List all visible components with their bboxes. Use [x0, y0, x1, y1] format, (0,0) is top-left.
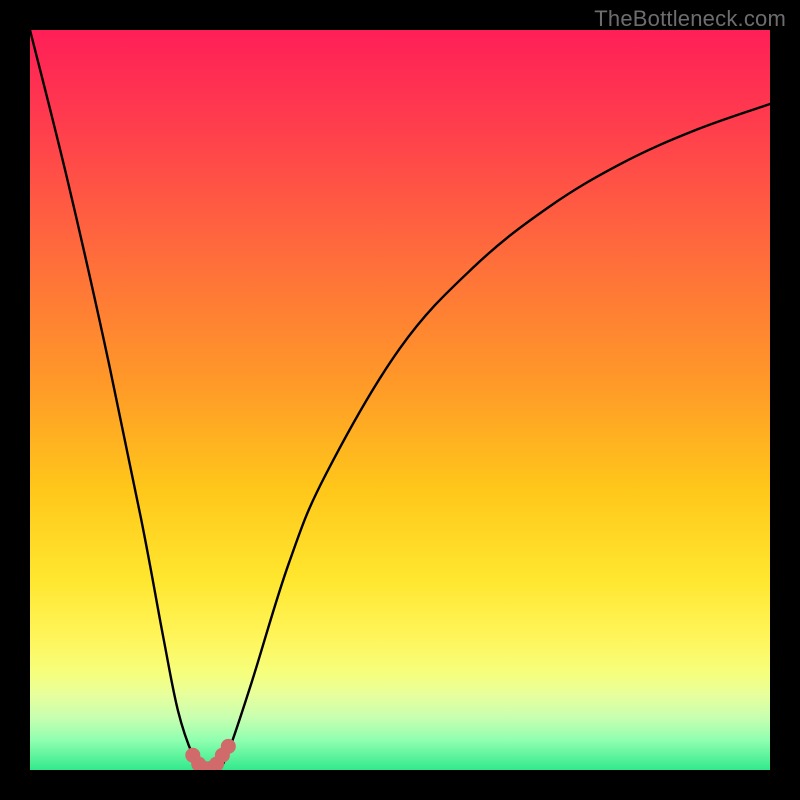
watermark-text: TheBottleneck.com	[594, 6, 786, 32]
chart-frame: TheBottleneck.com	[0, 0, 800, 800]
plot-area	[30, 30, 770, 770]
highlight-marker	[221, 739, 236, 754]
bottleneck-curve	[30, 30, 770, 770]
